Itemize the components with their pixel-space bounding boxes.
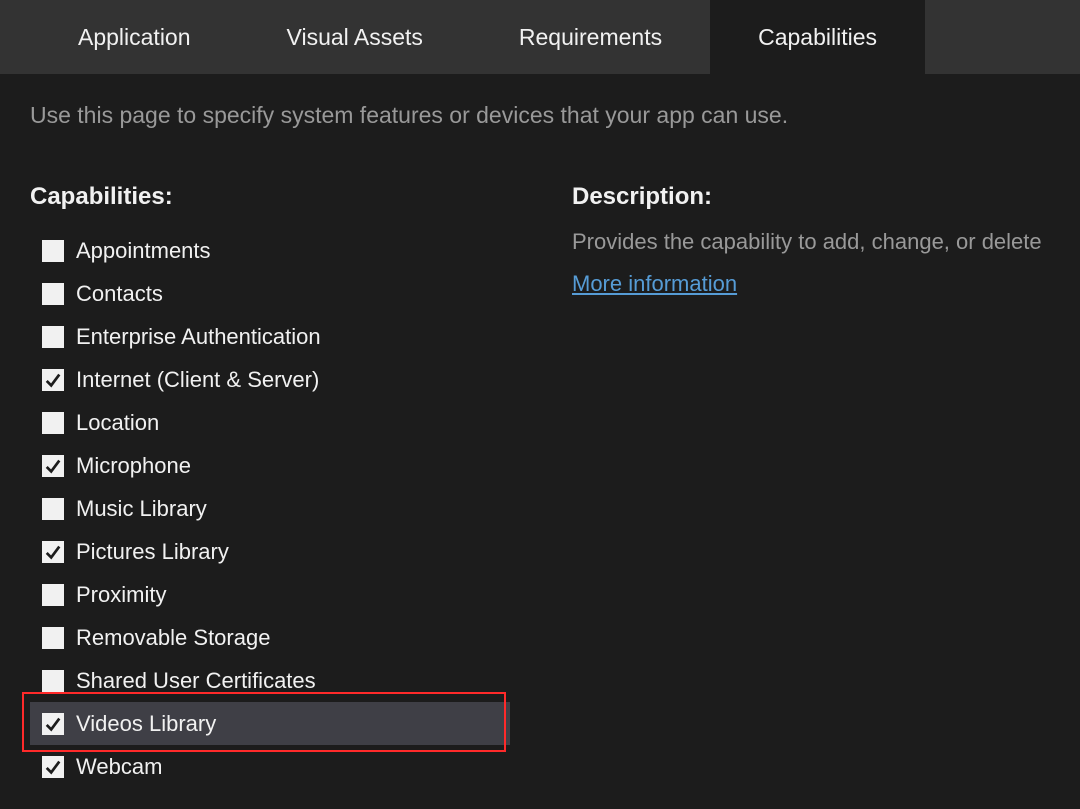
more-information-link[interactable]: More information <box>572 271 737 297</box>
page-description: Use this page to specify system features… <box>0 74 1080 129</box>
checkbox[interactable] <box>42 713 64 735</box>
checkbox[interactable] <box>42 756 64 778</box>
capability-item[interactable]: Videos Library <box>30 702 510 745</box>
tabs-bar: Application Visual Assets Requirements C… <box>0 0 1080 74</box>
checkbox[interactable] <box>42 412 64 434</box>
capability-item[interactable]: Appointments <box>30 229 510 272</box>
capability-item[interactable]: Removable Storage <box>30 616 510 659</box>
capabilities-list: Appointments Contacts Enterprise Authentic… <box>30 229 510 788</box>
capability-item[interactable]: Pictures Library <box>30 530 510 573</box>
tab-application[interactable]: Application <box>30 0 239 74</box>
capabilities-column: Capabilities: Appointments Contacts Enterp… <box>30 183 510 788</box>
capability-label: Internet (Client & Server) <box>76 367 319 393</box>
capability-item[interactable]: Music Library <box>30 487 510 530</box>
capability-item[interactable]: Shared User Certificates <box>30 659 510 702</box>
checkbox[interactable] <box>42 369 64 391</box>
description-heading: Description: <box>572 183 1080 211</box>
capability-item[interactable]: Contacts <box>30 272 510 315</box>
checkbox[interactable] <box>42 455 64 477</box>
capability-label: Pictures Library <box>76 539 229 565</box>
capability-item[interactable]: Enterprise Authentication <box>30 315 510 358</box>
capability-label: Proximity <box>76 582 166 608</box>
capability-label: Appointments <box>76 238 211 264</box>
checkbox[interactable] <box>42 584 64 606</box>
checkbox[interactable] <box>42 541 64 563</box>
tab-capabilities[interactable]: Capabilities <box>710 0 925 74</box>
description-text: Provides the capability to add, change, … <box>572 229 1080 255</box>
capability-item[interactable]: Webcam <box>30 745 510 788</box>
checkbox[interactable] <box>42 240 64 262</box>
capability-item[interactable]: Proximity <box>30 573 510 616</box>
checkbox[interactable] <box>42 283 64 305</box>
checkbox[interactable] <box>42 670 64 692</box>
capability-label: Removable Storage <box>76 625 270 651</box>
checkbox[interactable] <box>42 498 64 520</box>
capability-label: Contacts <box>76 281 163 307</box>
capabilities-heading: Capabilities: <box>30 183 510 211</box>
capability-label: Enterprise Authentication <box>76 324 321 350</box>
capability-item[interactable]: Location <box>30 401 510 444</box>
tab-visual-assets[interactable]: Visual Assets <box>239 0 471 74</box>
capability-label: Music Library <box>76 496 207 522</box>
content-area: Capabilities: Appointments Contacts Enterp… <box>0 129 1080 788</box>
capability-label: Shared User Certificates <box>76 668 316 694</box>
checkbox[interactable] <box>42 326 64 348</box>
tab-requirements[interactable]: Requirements <box>471 0 710 74</box>
capability-label: Location <box>76 410 159 436</box>
description-column: Description: Provides the capability to … <box>510 183 1080 788</box>
capability-item[interactable]: Internet (Client & Server) <box>30 358 510 401</box>
capability-item[interactable]: Microphone <box>30 444 510 487</box>
capability-label: Microphone <box>76 453 191 479</box>
capability-label: Webcam <box>76 754 162 780</box>
capability-label: Videos Library <box>76 711 216 737</box>
checkbox[interactable] <box>42 627 64 649</box>
